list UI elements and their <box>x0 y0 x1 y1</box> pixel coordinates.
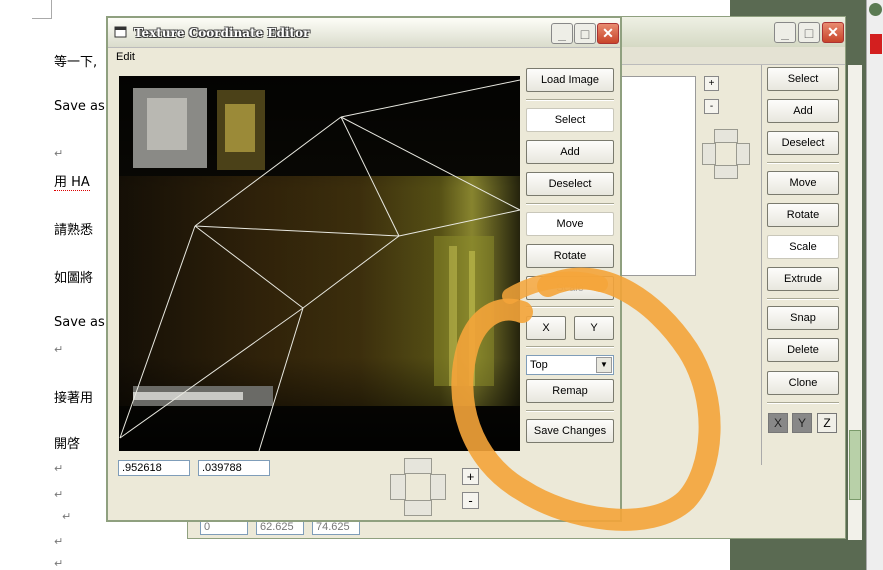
separator <box>526 410 614 412</box>
axis-y-toggle[interactable]: Y <box>792 413 812 433</box>
texture-canvas[interactable] <box>119 76 520 451</box>
doc-line: Save as <box>54 315 105 330</box>
v-coordinate-field[interactable]: .039788 <box>198 460 270 476</box>
zoom-out-button[interactable]: - <box>462 492 479 509</box>
flip-x-button[interactable]: X <box>526 316 566 340</box>
u-coordinate-field[interactable]: .952618 <box>118 460 190 476</box>
texture-editor-window: Texture Coordinate Editor _ □ ✕ Edit Loa… <box>106 16 622 522</box>
separator <box>526 203 614 205</box>
projection-select[interactable]: Top ▼ <box>526 355 614 375</box>
texture-image <box>119 76 520 451</box>
axis-x-toggle[interactable]: X <box>768 413 788 433</box>
separator <box>526 306 614 308</box>
axis-z-toggle[interactable]: Z <box>817 413 837 433</box>
zoom-in-button[interactable]: + <box>462 468 479 485</box>
select-button[interactable]: Select <box>767 67 839 91</box>
close-button[interactable]: ✕ <box>597 23 619 44</box>
screen: 等一下, Save as ↵ 用 HA 請熟悉 如圖將 Save as ↵ 接著… <box>0 0 883 570</box>
remap-button[interactable]: Remap <box>526 379 614 403</box>
rotate-button[interactable]: Rotate <box>767 203 839 227</box>
doc-line: 用 HA <box>54 175 90 191</box>
snap-button[interactable]: Snap <box>767 306 839 330</box>
deselect-button[interactable]: Deselect <box>767 131 839 155</box>
status-icon <box>869 3 882 16</box>
paragraph-mark: ↵ <box>54 535 64 548</box>
separator <box>526 346 614 348</box>
doc-line: 接著用 <box>54 391 94 406</box>
flip-y-button[interactable]: Y <box>574 316 614 340</box>
window-app-icon <box>114 26 127 38</box>
paragraph-mark: ↵ <box>54 557 64 570</box>
zoom-out-button[interactable]: - <box>704 99 719 114</box>
texture-editor-titlebar[interactable]: Texture Coordinate Editor _ □ ✕ <box>108 18 620 48</box>
side-panel <box>866 0 883 570</box>
extrude-button[interactable]: Extrude <box>767 267 839 291</box>
zoom-in-button[interactable]: + <box>704 76 719 91</box>
doc-line: 請熟悉 <box>54 223 94 238</box>
add-button[interactable]: Add <box>526 140 614 164</box>
doc-line: 開啓 <box>54 437 81 452</box>
menu-edit[interactable]: Edit <box>116 51 135 63</box>
move-button[interactable]: Move <box>767 171 839 195</box>
scrollbar-thumb[interactable] <box>849 430 861 500</box>
doc-margin-corner <box>32 0 52 19</box>
load-image-button[interactable]: Load Image <box>526 68 614 92</box>
chevron-down-icon: ▼ <box>596 357 612 373</box>
deselect-button[interactable]: Deselect <box>526 172 614 196</box>
paragraph-mark: ↵ <box>54 343 64 356</box>
paragraph-mark: ↵ <box>54 488 64 501</box>
add-button[interactable]: Add <box>767 99 839 123</box>
close-button[interactable]: ✕ <box>822 22 844 43</box>
clone-button[interactable]: Clone <box>767 371 839 395</box>
save-changes-button[interactable]: Save Changes <box>526 419 614 443</box>
preview-list <box>618 76 696 276</box>
move-button[interactable]: Move <box>526 212 614 236</box>
paragraph-mark: ↵ <box>62 510 72 523</box>
rotate-button[interactable]: Rotate <box>526 244 614 268</box>
paragraph-mark: ↵ <box>54 147 64 160</box>
scale-button[interactable]: Scale <box>767 235 839 259</box>
doc-line: Save as <box>54 99 105 114</box>
panel-divider <box>761 65 762 465</box>
bookmark-icon <box>870 34 882 54</box>
minimize-button[interactable]: _ <box>551 23 573 44</box>
window-title: Texture Coordinate Editor <box>134 26 310 40</box>
separator <box>767 402 839 404</box>
doc-line: 如圖將 <box>54 271 94 286</box>
separator <box>767 298 839 300</box>
delete-button[interactable]: Delete <box>767 338 839 362</box>
separator <box>526 99 614 101</box>
scale-button[interactable]: Scale <box>526 276 614 300</box>
separator <box>767 162 839 164</box>
maximize-button[interactable]: □ <box>798 22 820 43</box>
doc-line: 等一下, <box>54 55 98 70</box>
projection-value: Top <box>530 359 548 371</box>
maximize-button[interactable]: □ <box>574 23 596 44</box>
select-button[interactable]: Select <box>526 108 614 132</box>
paragraph-mark: ↵ <box>54 462 64 475</box>
minimize-button[interactable]: _ <box>774 22 796 43</box>
